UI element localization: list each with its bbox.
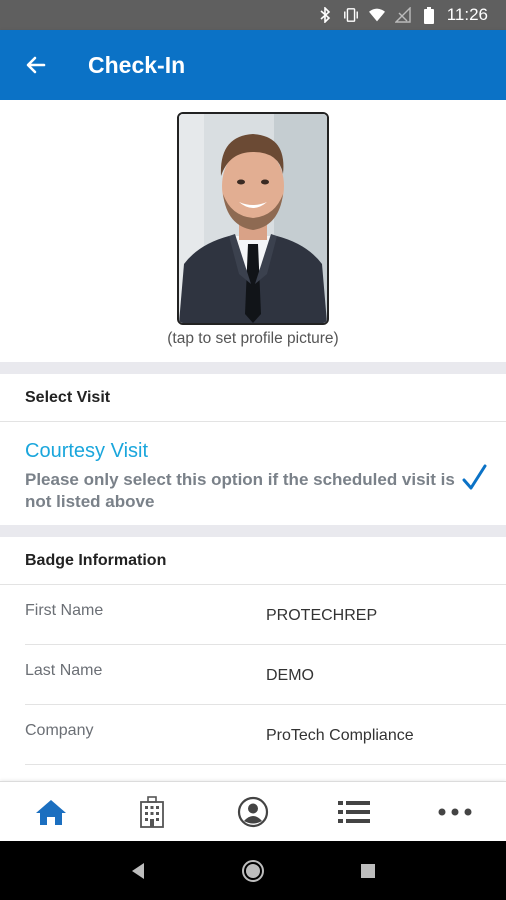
first-name-field[interactable]: PROTECHREP [266,607,377,625]
building-icon [139,796,164,828]
badge-information-header: Badge Information [0,537,506,585]
recents-square-icon [361,863,376,878]
back-button[interactable] [8,37,64,93]
bluetooth-icon [317,7,333,23]
app-bar: Check-In [0,30,506,100]
system-navigation-bar [0,841,506,900]
arrow-left-icon [26,56,46,74]
bottom-navigation [0,781,506,842]
nav-home-button[interactable] [21,784,81,840]
company-row: Company ProTech Compliance [0,705,506,765]
home-circle-icon [241,859,264,882]
profile-icon [237,796,269,828]
status-bar: 11:26 [0,0,506,30]
system-home-button[interactable] [233,851,273,891]
nav-building-button[interactable] [122,784,182,840]
courtesy-visit-option[interactable]: Courtesy Visit Please only select this o… [0,423,506,525]
back-triangle-icon [131,862,144,879]
visit-option-description: Please only select this option if the sc… [25,470,455,511]
checkmark-icon [462,464,487,490]
select-visit-header: Select Visit [0,374,506,422]
vibrate-icon [343,7,359,23]
profile-picture-hint: (tap to set profile picture) [167,330,339,347]
last-name-label: Last Name [25,662,103,679]
visit-option-title: Courtesy Visit [25,440,149,462]
profile-section: (tap to set profile picture) [0,100,506,362]
system-back-button[interactable] [118,851,158,891]
page-title: Check-In [88,51,186,78]
battery-icon [421,6,437,24]
status-time: 11:26 [446,5,488,24]
nav-profile-button[interactable] [223,784,283,840]
wifi-icon [368,7,385,23]
nav-more-button[interactable] [425,784,485,840]
home-icon [35,800,66,825]
last-name-row: Last Name DEMO [0,645,506,705]
company-field[interactable]: ProTech Compliance [266,727,414,745]
system-recents-button[interactable] [348,851,388,891]
more-icon [438,808,472,816]
person-photo-illustration [179,114,327,323]
section-divider [0,362,506,374]
profile-picture[interactable] [177,112,329,325]
section-divider [0,525,506,537]
first-name-label: First Name [25,602,104,619]
nav-list-button[interactable] [324,784,384,840]
last-name-field[interactable]: DEMO [266,667,314,685]
company-label: Company [25,722,94,739]
row-divider [25,764,506,765]
first-name-row: First Name PROTECHREP [0,585,506,645]
no-signal-icon [394,7,411,23]
list-icon [338,801,371,823]
